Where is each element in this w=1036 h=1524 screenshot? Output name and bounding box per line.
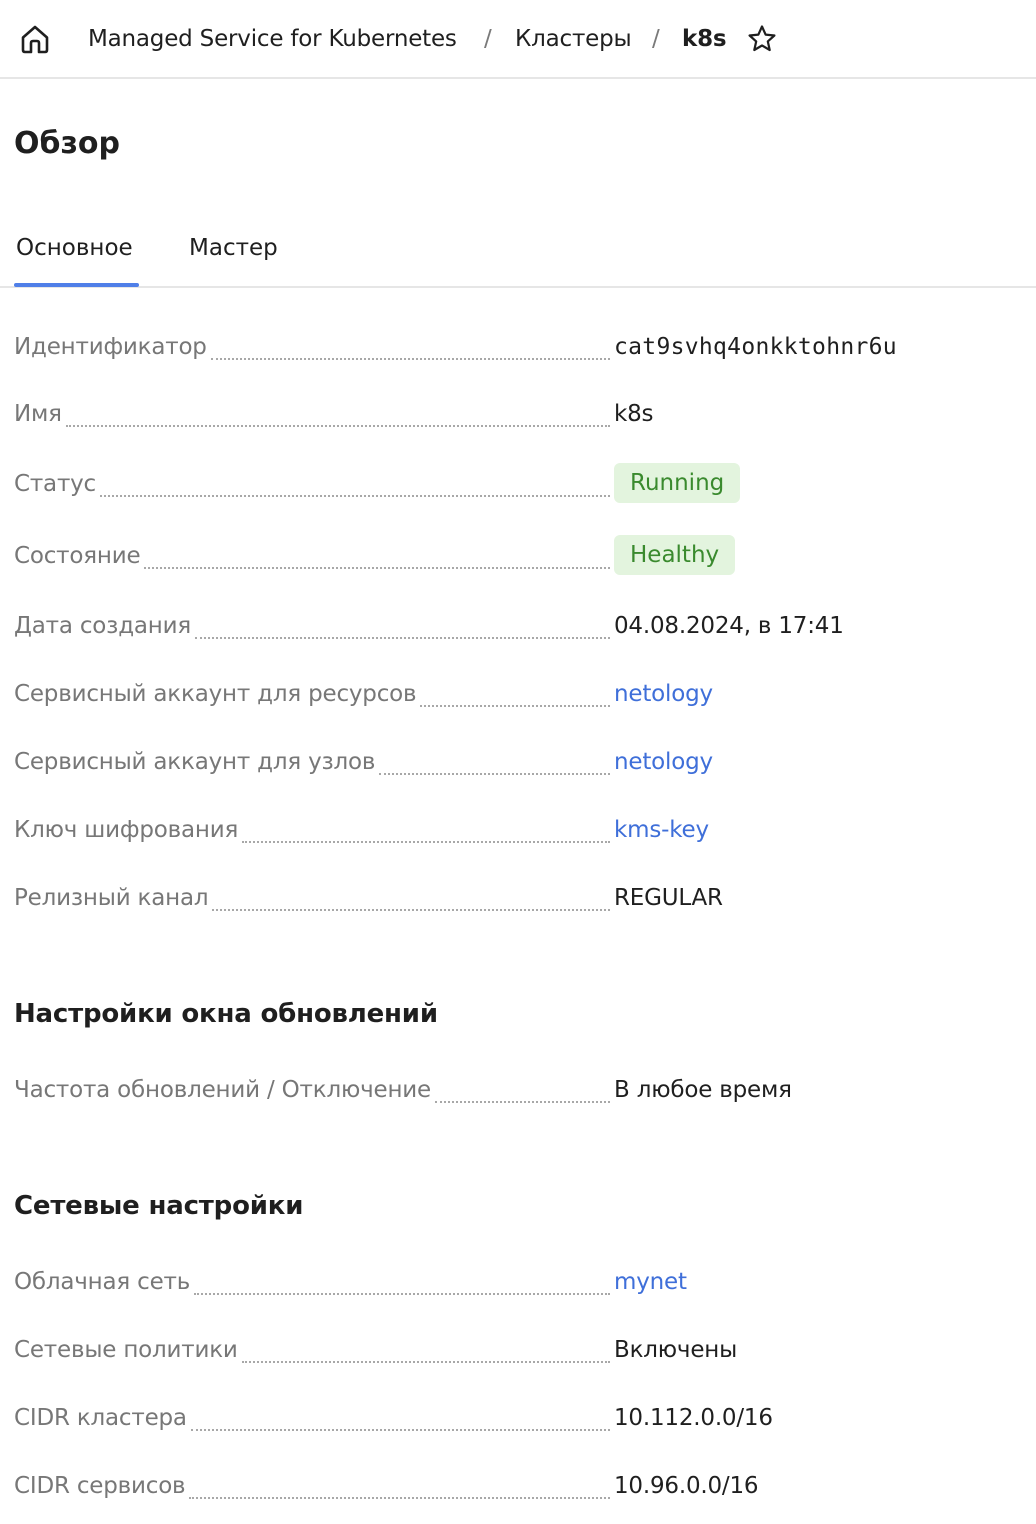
sa-resources-link[interactable]: netology	[614, 674, 713, 714]
cluster-name-value: k8s	[614, 401, 654, 427]
breadcrumb-service[interactable]: Managed Service for Kubernetes	[88, 22, 457, 56]
service-cidr-value: 10.96.0.0/16	[614, 1473, 759, 1499]
breadcrumb-current-cluster: k8s	[682, 26, 727, 52]
page-title: Обзор	[14, 126, 120, 161]
network-section-title: Сетевые настройки	[14, 1191, 304, 1221]
row-sa-nodes: Сервисный аккаунт для узлов netology	[14, 742, 1024, 782]
dotted-leader	[379, 749, 610, 775]
health-badge: Healthy	[614, 535, 736, 575]
cloud-network-link[interactable]: mynet	[614, 1262, 687, 1302]
maintenance-section-title: Настройки окна обновлений	[14, 999, 438, 1029]
row-name: Имя k8s	[14, 394, 1024, 434]
row-id: Идентификатор cat9svhq4onkktohnr6u	[14, 327, 1024, 367]
sa-nodes-link[interactable]: netology	[614, 742, 713, 782]
row-cluster-cidr: CIDR кластера 10.112.0.0/16	[14, 1398, 1024, 1438]
row-label: Идентификатор	[14, 334, 207, 360]
cluster-cidr-value: 10.112.0.0/16	[614, 1405, 773, 1431]
row-created: Дата создания 04.08.2024, в 17:41	[14, 606, 1024, 646]
breadcrumb-separator: /	[484, 26, 492, 52]
tab-master[interactable]: Мастер	[189, 230, 278, 266]
row-label: Состояние	[14, 543, 141, 569]
row-label: Имя	[14, 401, 62, 427]
active-tab-indicator	[14, 283, 139, 287]
kms-key-link[interactable]: kms-key	[614, 810, 709, 850]
row-service-cidr: CIDR сервисов 10.96.0.0/16	[14, 1466, 1024, 1506]
dotted-leader	[190, 1405, 610, 1431]
row-label: CIDR кластера	[14, 1405, 187, 1431]
row-label: Ключ шифрования	[14, 817, 239, 843]
dotted-leader	[435, 1077, 610, 1103]
maintenance-policy-value: В любое время	[614, 1077, 792, 1103]
row-release-channel: Релизный канал REGULAR	[14, 878, 1024, 918]
breadcrumb-bar: Managed Service for Kubernetes / Кластер…	[0, 0, 1036, 79]
row-label: CIDR сервисов	[14, 1473, 186, 1499]
dotted-leader	[241, 1337, 610, 1363]
row-label: Релизный канал	[14, 885, 209, 911]
home-icon[interactable]	[18, 22, 52, 56]
dotted-leader	[189, 1473, 610, 1499]
dotted-leader	[65, 401, 610, 427]
cluster-id-value: cat9svhq4onkktohnr6u	[614, 334, 897, 360]
row-kms-key: Ключ шифрования kms-key	[14, 810, 1024, 850]
dotted-leader	[144, 543, 610, 569]
row-sa-resources: Сервисный аккаунт для ресурсов netology	[14, 674, 1024, 714]
row-health: Состояние Healthy	[14, 535, 1024, 576]
row-label: Сервисный аккаунт для узлов	[14, 749, 376, 775]
breadcrumb-clusters[interactable]: Кластеры	[515, 22, 632, 56]
status-badge: Running	[614, 463, 741, 503]
row-network-policies: Сетевые политики Включены	[14, 1330, 1024, 1370]
dotted-leader	[212, 885, 610, 911]
tab-bar: Основное Мастер	[0, 222, 1036, 288]
network-policies-value: Включены	[614, 1337, 738, 1363]
created-date-value: 04.08.2024, в 17:41	[614, 613, 844, 639]
dotted-leader	[242, 817, 610, 843]
row-label: Сервисный аккаунт для ресурсов	[14, 681, 417, 707]
release-channel-value: REGULAR	[614, 885, 723, 911]
row-label: Сетевые политики	[14, 1337, 238, 1363]
breadcrumb-separator: /	[652, 26, 660, 52]
star-icon[interactable]	[745, 22, 779, 56]
row-label: Облачная сеть	[14, 1269, 191, 1295]
dotted-leader	[194, 1269, 610, 1295]
dotted-leader	[195, 613, 610, 639]
row-maintenance-policy: Частота обновлений / Отключение В любое …	[14, 1070, 1024, 1110]
dotted-leader	[420, 681, 610, 707]
row-label: Частота обновлений / Отключение	[14, 1077, 431, 1103]
row-status: Статус Running	[14, 463, 1024, 504]
tab-general[interactable]: Основное	[16, 230, 133, 266]
dotted-leader	[100, 471, 610, 497]
row-label: Дата создания	[14, 613, 192, 639]
dotted-leader	[210, 334, 610, 360]
row-cloud-network: Облачная сеть mynet	[14, 1262, 1024, 1302]
row-label: Статус	[14, 471, 97, 497]
